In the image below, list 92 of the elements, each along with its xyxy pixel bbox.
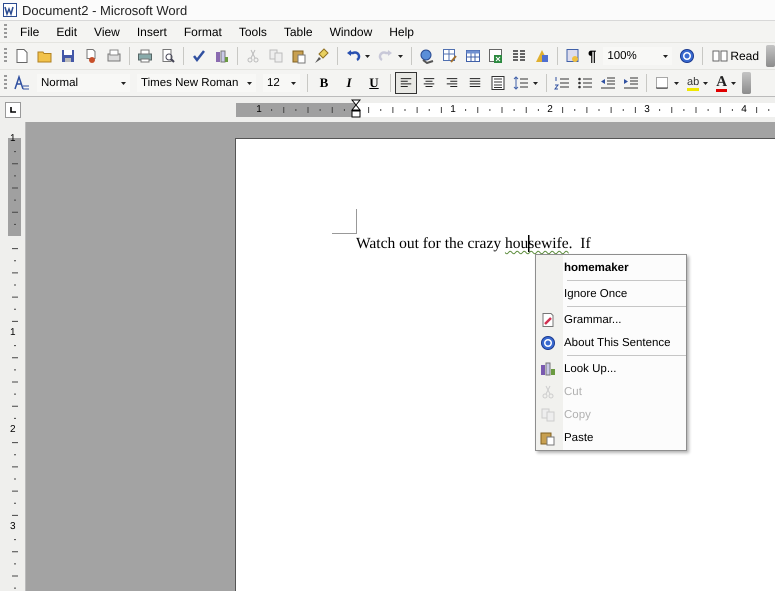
italic-button[interactable]: I [340, 75, 358, 91]
menu-item[interactable]: File [12, 24, 48, 38]
context-menu-item[interactable]: Ignore Once [536, 282, 686, 305]
ruler-number: 1 [10, 133, 16, 145]
distributed-icon[interactable] [490, 75, 506, 91]
align-left-button[interactable] [395, 72, 417, 94]
paintbrush-icon[interactable] [314, 48, 330, 64]
toolbar-options-button[interactable] [742, 72, 752, 94]
clipboard-icon [540, 430, 556, 446]
context-menu-item[interactable]: Grammar... [536, 308, 686, 331]
menu-item[interactable]: Table [276, 24, 322, 38]
context-menu-item[interactable]: Paste [536, 426, 686, 449]
globe-icon[interactable] [419, 48, 435, 64]
menu-item[interactable]: Edit [48, 24, 86, 38]
ruler-number: 1 [450, 102, 456, 116]
justify-icon [468, 76, 482, 90]
bulleted-list-icon[interactable] [577, 75, 593, 91]
books-icon[interactable] [214, 48, 230, 64]
caret-icon [120, 80, 127, 86]
underline-button[interactable]: U [365, 75, 383, 91]
spreadsheet-icon[interactable] [488, 48, 504, 64]
clipboard-icon[interactable] [291, 48, 307, 64]
bold-button[interactable]: B [315, 75, 333, 91]
align-left-icon [399, 76, 413, 90]
tab-stop-icon [8, 104, 18, 114]
caret-icon[interactable] [364, 52, 371, 60]
context-menu-item[interactable]: About This Sentence [536, 331, 686, 354]
read-button[interactable]: Read [710, 48, 761, 64]
context-menu-item[interactable]: homemaker [536, 256, 686, 279]
document-map-icon[interactable] [565, 48, 581, 64]
magnifier-page-icon[interactable] [160, 48, 176, 64]
books-icon [540, 360, 556, 376]
caret-icon[interactable] [532, 80, 539, 86]
show-hide-button[interactable]: ¶ [588, 48, 596, 64]
style-dropdown[interactable]: Normal [37, 74, 130, 92]
font-color-button[interactable]: A [716, 74, 728, 92]
decrease-indent-icon[interactable] [600, 75, 616, 91]
menu-item[interactable]: Format [176, 24, 231, 38]
window-title: Document2 - Microsoft Word [22, 2, 188, 18]
indent-marker-icon[interactable] [350, 98, 361, 118]
highlight-button[interactable]: ab [687, 76, 700, 90]
caret-icon [662, 52, 670, 60]
margin-corner-mark [332, 209, 357, 234]
caret-icon[interactable] [702, 80, 710, 86]
menu-item[interactable]: Insert [128, 24, 176, 38]
font-dropdown[interactable]: Times New Roman [137, 74, 256, 92]
toolbar-grip[interactable] [4, 48, 7, 64]
numbered-list-icon[interactable] [554, 75, 570, 91]
help-icon [540, 334, 556, 350]
ruler-number: 3 [10, 521, 16, 533]
book-icon [712, 48, 728, 64]
menu-item[interactable]: View [86, 24, 129, 38]
check-mark-icon[interactable] [191, 48, 207, 64]
new-document-icon[interactable] [14, 48, 30, 64]
caret-icon[interactable] [673, 80, 680, 86]
toolbar-grip[interactable] [4, 75, 7, 91]
align-right-icon [445, 76, 459, 90]
menu-item[interactable]: Window [322, 24, 382, 38]
copy-icon [540, 406, 556, 422]
help-icon[interactable] [679, 48, 696, 64]
document-icon [540, 312, 556, 328]
menu-item[interactable]: Help [381, 24, 423, 38]
ruler-number: 2 [547, 102, 553, 116]
context-menu-item[interactable]: Look Up... [536, 357, 686, 380]
styles-icon[interactable] [14, 75, 30, 91]
ruler-number: 1 [256, 102, 262, 116]
shapes-icon[interactable] [534, 48, 550, 64]
align-center-icon [422, 76, 436, 90]
scissors-icon [540, 384, 556, 400]
undo-icon[interactable] [345, 48, 361, 64]
save-icon[interactable] [60, 48, 76, 64]
ruler-number: 1 [10, 327, 16, 339]
table-icon[interactable] [465, 48, 481, 64]
printer-icon[interactable] [137, 48, 153, 64]
tab-selector-button[interactable] [5, 102, 21, 118]
font-size-dropdown[interactable]: 12 [263, 74, 300, 92]
caret-icon [290, 80, 297, 86]
columns-icon[interactable] [511, 48, 527, 64]
caret-icon[interactable] [730, 80, 738, 86]
fax-icon[interactable] [106, 48, 122, 64]
line-spacing-icon[interactable] [513, 75, 529, 91]
zoom-dropdown[interactable]: 100% [603, 47, 672, 65]
ruler-number: 2 [10, 424, 16, 436]
caret-icon[interactable] [397, 52, 404, 60]
menu-item[interactable]: Tools [230, 24, 276, 38]
toolbar-grip[interactable] [4, 24, 7, 40]
increase-indent-icon[interactable] [623, 75, 639, 91]
pencil-table-icon[interactable] [442, 48, 458, 64]
ruler-number: 3 [644, 102, 650, 116]
ruler-number: 4 [741, 102, 747, 116]
caret-icon [246, 80, 253, 86]
border-icon[interactable] [654, 75, 670, 91]
